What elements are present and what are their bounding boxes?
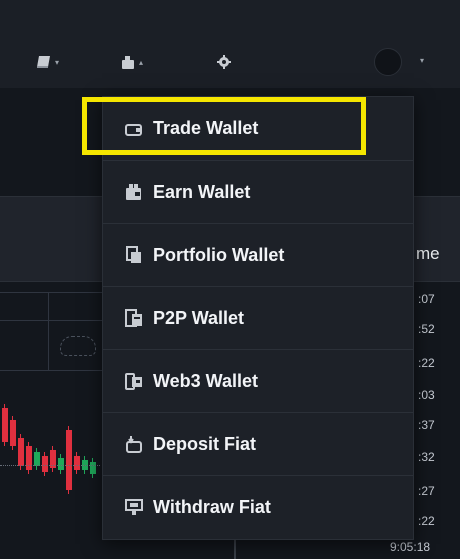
wallet-icon: [122, 56, 134, 69]
wallet-menu-button[interactable]: ▴: [120, 50, 143, 74]
book-menu-button[interactable]: ▾: [36, 50, 59, 74]
candle: [66, 430, 72, 490]
candle: [10, 420, 16, 446]
withdraw-fiat-icon: [123, 496, 145, 518]
candle: [74, 456, 80, 470]
divider: [0, 320, 110, 321]
candle: [58, 458, 64, 470]
web3-wallet-icon: [123, 370, 145, 392]
time-column-header: me: [416, 244, 440, 263]
menu-item-label: Web3 Wallet: [153, 370, 259, 391]
time-cell: :22: [418, 356, 435, 370]
divider: [0, 292, 110, 293]
portfolio-wallet-icon: [123, 244, 145, 266]
time-cell: :22: [418, 514, 435, 528]
menu-item-label: Earn Wallet: [153, 181, 251, 202]
candle: [90, 462, 96, 474]
candle: [2, 408, 8, 442]
menu-item-label: Portfolio Wallet: [153, 244, 285, 265]
avatar[interactable]: [374, 48, 402, 76]
settings-button[interactable]: [216, 50, 232, 74]
candle: [26, 446, 32, 470]
time-cell: :32: [418, 450, 435, 464]
candle: [42, 456, 48, 472]
time-cell: :27: [418, 484, 435, 498]
p2p-wallet-icon: [123, 307, 145, 329]
menu-item-label: P2P Wallet: [153, 307, 245, 328]
menu-item-p2p-wallet[interactable]: P2P Wallet: [103, 286, 413, 349]
menu-item-label: Deposit Fiat: [153, 433, 257, 454]
gear-icon: [217, 55, 231, 69]
time-cell: :52: [418, 322, 435, 336]
menu-item-portfolio-wallet[interactable]: Portfolio Wallet: [103, 223, 413, 286]
cloud-icon: [60, 336, 96, 356]
time-cell: :37: [418, 418, 435, 432]
menu-item-trade-wallet[interactable]: Trade Wallet: [103, 97, 413, 160]
menu-item-web3-wallet[interactable]: Web3 Wallet: [103, 349, 413, 412]
menu-item-label: Trade Wallet: [153, 118, 259, 138]
time-cell: :03: [418, 388, 435, 402]
menu-item-label: Withdraw Fiat: [153, 496, 271, 517]
menu-item-deposit-fiat[interactable]: Deposit Fiat: [103, 412, 413, 475]
chevron-down-icon[interactable]: ▾: [420, 56, 424, 65]
time-cell: 9:05:18: [390, 540, 431, 554]
menu-item-withdraw-fiat[interactable]: Withdraw Fiat: [103, 475, 413, 538]
earn-wallet-icon: [123, 181, 145, 203]
chevron-up-icon: ▴: [139, 57, 144, 67]
wallet-dropdown-menu: Trade Wallet Earn Wallet Portfolio Walle…: [102, 96, 414, 540]
trade-wallet-icon: [123, 118, 145, 140]
candle: [34, 452, 40, 466]
deposit-fiat-icon: [123, 433, 145, 455]
time-cell: :07: [418, 292, 435, 306]
divider: [48, 292, 49, 370]
divider: [0, 370, 110, 371]
book-icon: [37, 56, 50, 68]
menu-item-earn-wallet[interactable]: Earn Wallet: [103, 160, 413, 223]
chevron-down-icon: ▾: [55, 57, 60, 67]
price-line: [0, 465, 100, 466]
candle: [18, 438, 24, 466]
top-toolbar: ▾ ▴ ▾: [0, 0, 460, 88]
